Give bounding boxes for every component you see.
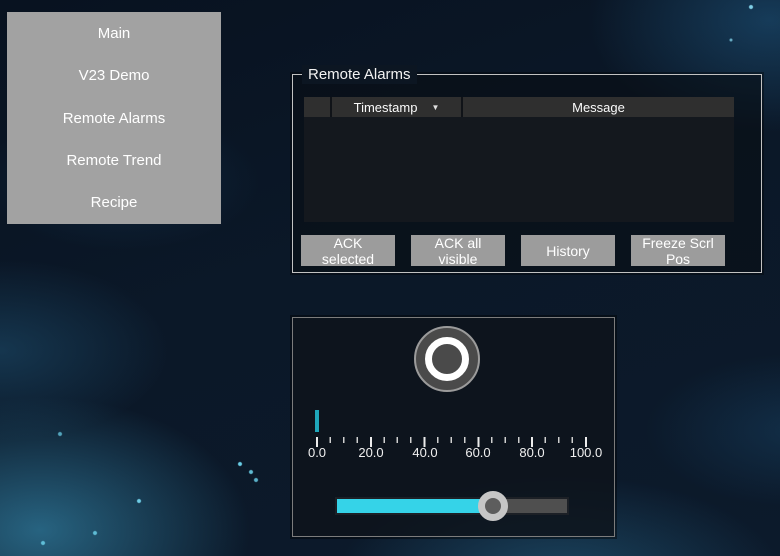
groupbox-title: Remote Alarms bbox=[302, 65, 417, 84]
remote-alarms-groupbox: Remote Alarms Timestamp ▼ Message ACK se… bbox=[292, 65, 762, 273]
gauge-major-ticks bbox=[316, 437, 588, 447]
alarm-table-header: Timestamp ▼ Message bbox=[304, 97, 734, 117]
alarm-list-body[interactable] bbox=[304, 117, 734, 222]
sidebar-item-main[interactable]: Main bbox=[7, 12, 221, 54]
ack-selected-button[interactable]: ACK selected bbox=[301, 235, 395, 267]
tick-label-0: 0.0 bbox=[307, 445, 327, 460]
tick-label-40: 40.0 bbox=[412, 445, 438, 460]
sidebar-item-v23-demo[interactable]: V23 Demo bbox=[7, 54, 221, 96]
slider-knob[interactable] bbox=[478, 491, 509, 521]
sidebar-item-recipe[interactable]: Recipe bbox=[7, 182, 221, 224]
alarm-button-row: ACK selected ACK all visible History Fre… bbox=[301, 235, 725, 267]
column-header-timestamp[interactable]: Timestamp ▼ bbox=[332, 97, 461, 117]
slider-track[interactable] bbox=[337, 491, 567, 521]
round-push-button[interactable] bbox=[414, 326, 480, 392]
sidebar-item-remote-alarms[interactable]: Remote Alarms bbox=[7, 97, 221, 139]
alarm-table: Timestamp ▼ Message bbox=[304, 97, 734, 222]
sort-descending-icon[interactable]: ▼ bbox=[431, 103, 439, 112]
control-panel: 0.0 20.0 40.0 60.0 80.0 100.0 bbox=[292, 317, 615, 537]
history-button[interactable]: History bbox=[521, 235, 615, 266]
timestamp-header-label: Timestamp bbox=[353, 99, 418, 115]
push-button-indicator-ring bbox=[425, 337, 469, 381]
slider-fill bbox=[337, 499, 482, 513]
column-header-message[interactable]: Message bbox=[463, 97, 734, 117]
sidebar-item-remote-trend[interactable]: Remote Trend bbox=[7, 139, 221, 181]
tick-label-80: 80.0 bbox=[519, 445, 545, 460]
tick-label-60: 60.0 bbox=[465, 445, 491, 460]
freeze-scroll-pos-button[interactable]: Freeze Scrl Pos bbox=[631, 235, 725, 267]
gauge-pointer bbox=[315, 410, 319, 432]
ack-all-visible-button[interactable]: ACK all visible bbox=[411, 235, 505, 267]
hmi-screen: Main V23 Demo Remote Alarms Remote Trend… bbox=[0, 0, 780, 556]
tick-label-100: 100.0 bbox=[569, 445, 603, 460]
column-header-select bbox=[304, 97, 330, 117]
sidebar-nav: Main V23 Demo Remote Alarms Remote Trend… bbox=[7, 12, 221, 224]
tick-label-20: 20.0 bbox=[358, 445, 384, 460]
